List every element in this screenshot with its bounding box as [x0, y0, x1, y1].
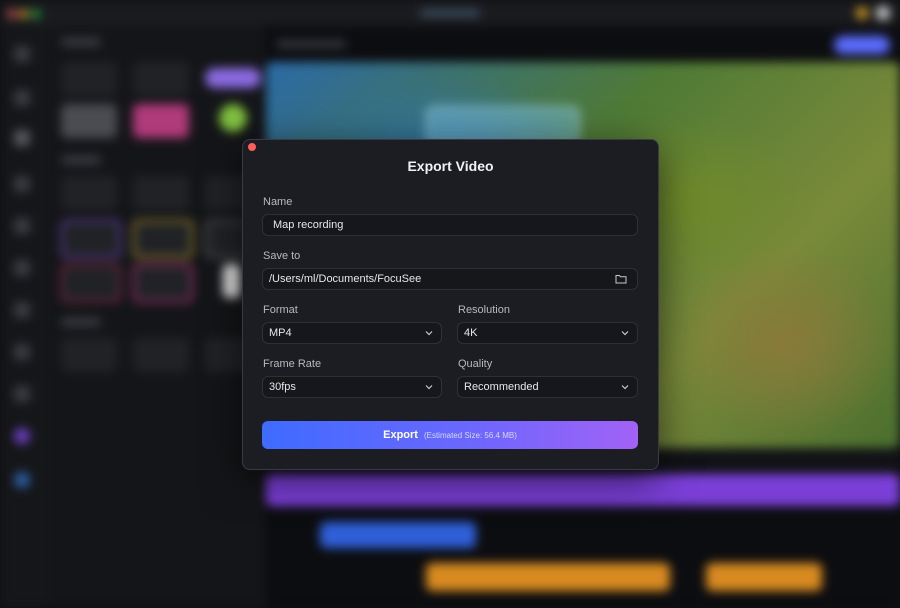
timeline-track	[266, 474, 900, 506]
window-close-icon	[8, 10, 16, 18]
side-panel	[45, 26, 265, 608]
export-button[interactable]: Export (Estimated Size: 56.4 MB)	[262, 421, 638, 449]
tile	[61, 220, 121, 258]
name-input[interactable]	[273, 219, 627, 231]
window-minimize-icon	[20, 10, 28, 18]
toolbar-label	[276, 40, 346, 48]
rail-icon	[14, 176, 30, 192]
tile	[61, 176, 117, 210]
tile	[133, 338, 189, 372]
rail-icon	[14, 218, 30, 234]
rail-icon	[14, 46, 30, 62]
editor-toolbar	[266, 26, 900, 62]
tile	[205, 68, 261, 88]
timeline-track	[320, 522, 476, 548]
dialog-title: Export Video	[407, 158, 494, 174]
resolution-select[interactable]: 4K	[457, 322, 638, 344]
frame-rate-value: 30fps	[269, 381, 296, 393]
export-button-label: Export	[383, 429, 418, 441]
quality-select[interactable]: Recommended	[457, 376, 638, 398]
rail-icon	[14, 260, 30, 276]
tile	[133, 176, 189, 210]
export-top-button	[834, 36, 890, 54]
rail-icon	[14, 428, 30, 444]
rail-icon	[14, 302, 30, 318]
tile	[61, 264, 121, 302]
window-title	[420, 9, 480, 17]
tile	[133, 104, 189, 138]
rail-icon	[14, 386, 30, 402]
section-label	[61, 318, 101, 326]
tile	[219, 104, 247, 132]
folder-icon[interactable]	[615, 274, 627, 284]
title-bar	[0, 0, 900, 26]
tile	[133, 62, 189, 96]
save-path-field[interactable]: /Users/ml/Documents/FocuSee	[262, 268, 638, 290]
avatar	[876, 6, 890, 20]
estimated-size: (Estimated Size: 56.4 MB)	[423, 430, 517, 440]
quality-value: Recommended	[464, 381, 539, 393]
frame-rate-select[interactable]: 30fps	[262, 376, 442, 398]
format-value: MP4	[269, 327, 292, 339]
save-to-label: Save to	[263, 250, 301, 262]
rail-icon	[14, 90, 30, 106]
tile	[61, 338, 117, 372]
chevron-down-icon	[425, 331, 433, 336]
close-dot-icon[interactable]	[248, 143, 256, 151]
crown-icon	[856, 7, 868, 19]
tool-rail	[0, 26, 45, 608]
rail-icon	[14, 344, 30, 360]
save-path-value: /Users/ml/Documents/FocuSee	[269, 273, 422, 285]
chevron-down-icon	[425, 385, 433, 390]
chevron-down-icon	[621, 385, 629, 390]
section-label	[61, 156, 101, 164]
timeline-track	[426, 563, 670, 591]
tile	[133, 264, 193, 302]
frame-rate-label: Frame Rate	[263, 358, 322, 370]
name-field[interactable]	[262, 214, 638, 236]
section-label	[61, 38, 101, 46]
tile	[61, 104, 117, 138]
format-label: Format	[263, 304, 298, 316]
tile	[133, 220, 193, 258]
tile	[61, 62, 117, 96]
rail-icon	[14, 472, 30, 488]
format-select[interactable]: MP4	[262, 322, 442, 344]
chevron-down-icon	[621, 331, 629, 336]
tile	[223, 264, 241, 298]
timeline-track	[706, 563, 822, 591]
name-label: Name	[263, 196, 293, 208]
resolution-value: 4K	[464, 327, 478, 339]
rail-icon	[14, 130, 30, 146]
export-dialog: Export Video Name Save to /Users/ml/Docu…	[242, 139, 659, 470]
window-zoom-icon	[32, 10, 40, 18]
resolution-label: Resolution	[458, 304, 510, 316]
quality-label: Quality	[458, 358, 493, 370]
